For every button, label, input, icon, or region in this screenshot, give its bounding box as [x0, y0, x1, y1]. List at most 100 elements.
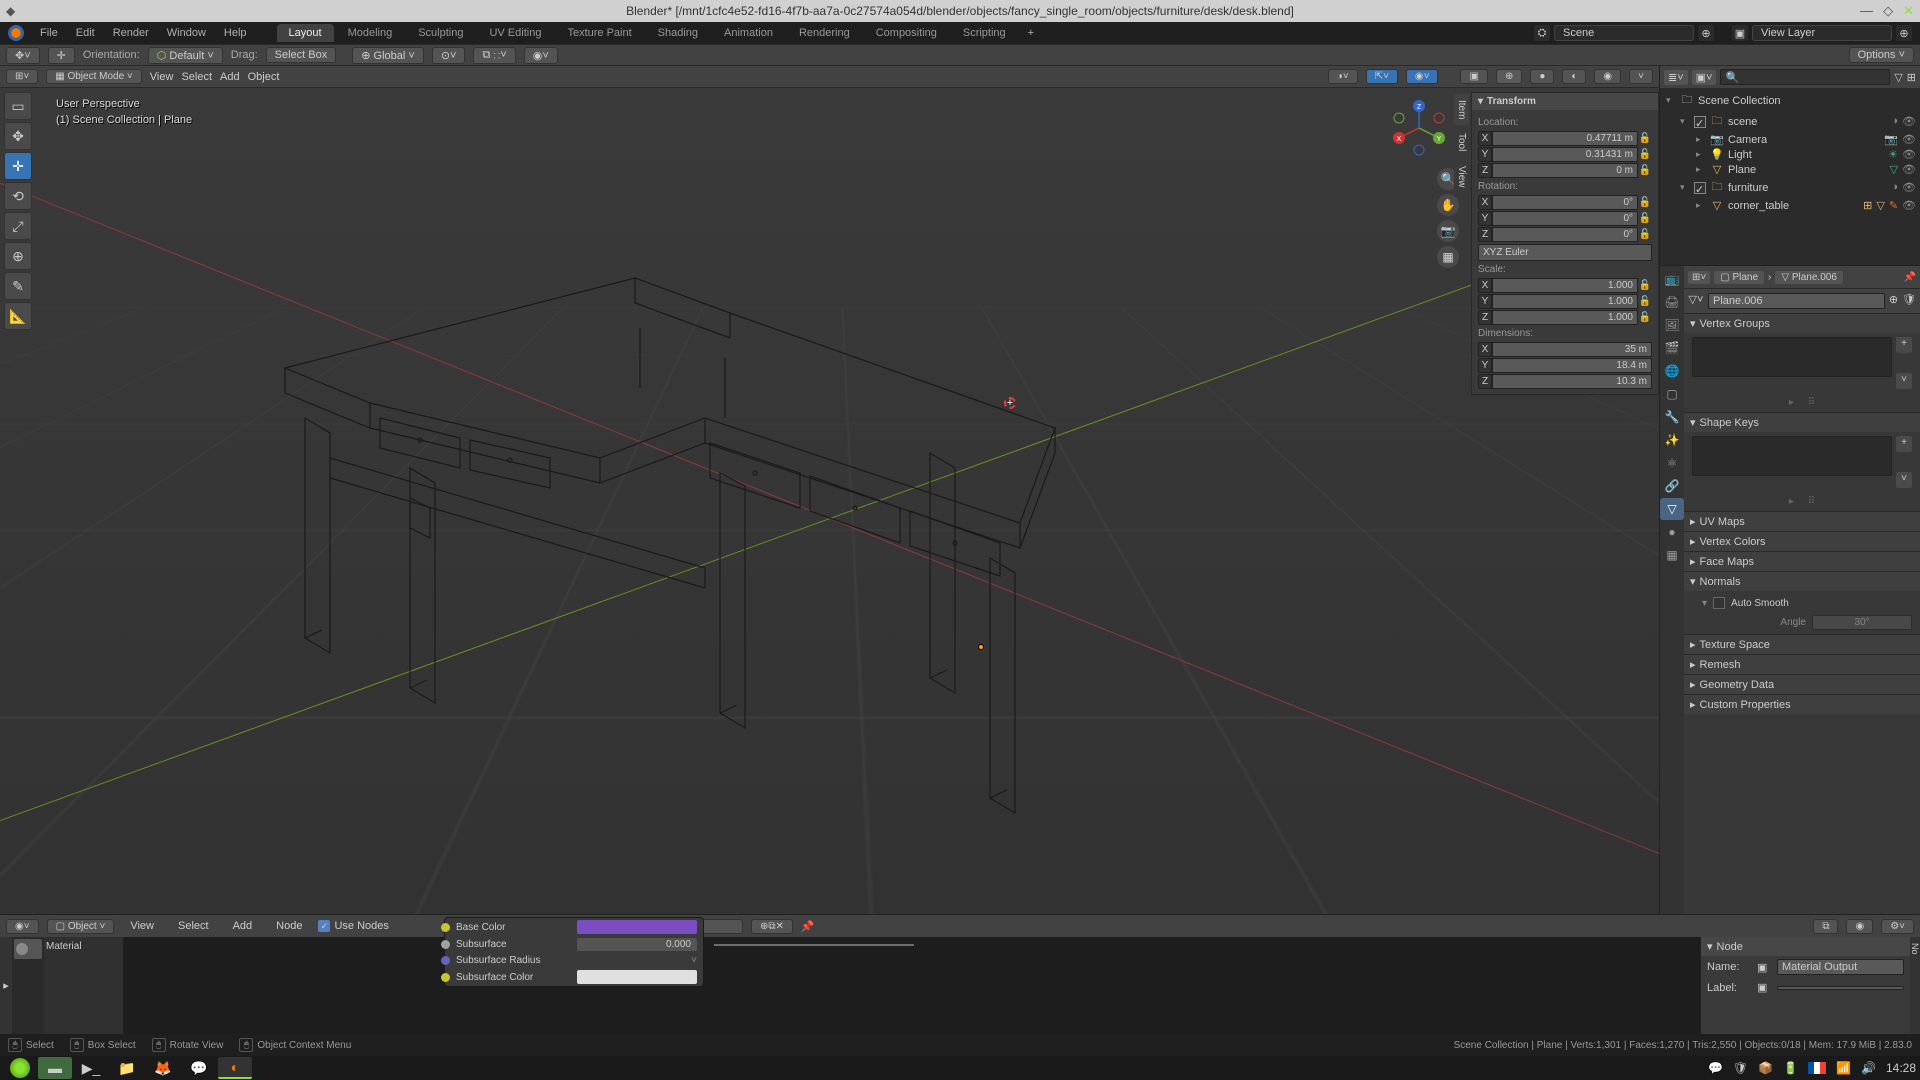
viewlayer-new-button[interactable]: ⊕ — [1896, 25, 1912, 41]
node-label-field[interactable] — [1777, 986, 1904, 990]
selectability-button[interactable]: ◑˅ — [1328, 69, 1358, 84]
vp-menu-select[interactable]: Select — [181, 71, 212, 83]
start-menu-button[interactable] — [10, 1058, 30, 1078]
npanel-tab-view[interactable]: View — [1454, 160, 1469, 194]
npanel-tab-tool[interactable]: Tool — [1454, 127, 1469, 157]
prop-tab-constraints[interactable]: 🔗 — [1660, 475, 1684, 497]
panel-shape-keys[interactable]: ▾ Shape Keys — [1684, 413, 1920, 432]
options-dropdown[interactable]: Options ˅ — [1849, 47, 1914, 63]
subsurface-field[interactable]: 0.000 — [577, 938, 697, 951]
breadcrumb-object[interactable]: ▢ Plane — [1714, 271, 1764, 284]
vg-specials[interactable]: ˅ — [1896, 373, 1912, 389]
minimize-button[interactable]: — — [1860, 3, 1873, 19]
shape-keys-list[interactable] — [1692, 436, 1892, 476]
workspace-tab-scripting[interactable]: Scripting — [951, 24, 1018, 42]
outliner-search[interactable]: 🔍 — [1720, 69, 1890, 85]
prop-tab-viewlayer[interactable]: 🖼 — [1660, 314, 1684, 336]
tool-scale[interactable]: ⤢ — [4, 212, 32, 240]
ne-menu-view[interactable]: View — [122, 918, 162, 934]
move-tool-options[interactable]: ✛ — [48, 47, 75, 64]
mode-dropdown[interactable]: ▦ Object Mode ˅ — [46, 69, 142, 84]
orientation-dropdown[interactable]: ⬡ Default ˅ — [148, 47, 223, 64]
workspace-tab-compositing[interactable]: Compositing — [864, 24, 949, 42]
proportional-edit[interactable]: ◉˅ — [524, 47, 558, 64]
npanel-tab-item[interactable]: Item — [1454, 94, 1469, 125]
visibility-icon[interactable]: 👁 — [1902, 115, 1916, 128]
viewlayer-icon[interactable]: ▣ — [1732, 25, 1748, 41]
lock-rot-x[interactable]: 🔓 — [1638, 197, 1652, 208]
workspace-tab-texturepaint[interactable]: Texture Paint — [555, 24, 643, 42]
pin-icon[interactable]: 📌 — [1904, 272, 1916, 283]
prop-tab-material[interactable]: ● — [1660, 521, 1684, 543]
outliner-item-plane[interactable]: ▸▽Plane▽👁 — [1662, 162, 1918, 177]
dim-y[interactable]: 18.4 m — [1492, 358, 1652, 373]
tray-update-icon[interactable]: 📦 — [1758, 1061, 1773, 1075]
ne-menu-select[interactable]: Select — [170, 918, 217, 934]
lock-rot-z[interactable]: 🔓 — [1638, 229, 1652, 240]
tool-transform[interactable]: ⊕ — [4, 242, 32, 270]
ne-menu-node[interactable]: Node — [268, 918, 310, 934]
rotation-y[interactable]: 0° — [1492, 211, 1638, 226]
scale-x[interactable]: 1.000 — [1492, 278, 1638, 293]
subsurface-color-swatch[interactable] — [577, 970, 697, 984]
node-editor-canvas[interactable]: ▸ Material Base Color Subsurface0.000 Su… — [0, 937, 1920, 1034]
menu-render[interactable]: Render — [105, 25, 157, 41]
ne-snap[interactable]: ⧉ — [1813, 919, 1838, 934]
lock-loc-y[interactable]: 🔓 — [1638, 149, 1652, 160]
tray-network-icon[interactable]: 📶 — [1836, 1061, 1851, 1075]
nav-camera[interactable]: 📷 — [1437, 220, 1459, 242]
smooth-angle-field[interactable]: 30° — [1812, 615, 1912, 630]
panel-texture-space[interactable]: ▸ Texture Space — [1684, 635, 1920, 654]
panel-uv-maps[interactable]: ▸ UV Maps — [1684, 512, 1920, 531]
shading-matprev[interactable]: ◐ — [1562, 69, 1586, 84]
tool-select-box[interactable]: ▭ — [4, 92, 32, 120]
prop-tab-mesh[interactable]: ▽ — [1660, 498, 1684, 520]
location-x[interactable]: 0.47711 m — [1492, 131, 1638, 146]
taskbar-blender[interactable]: ◐ — [218, 1057, 252, 1079]
tool-annotate[interactable]: ✎ — [4, 272, 32, 300]
tray-clock[interactable]: 14:28 — [1886, 1061, 1916, 1075]
ne-options[interactable]: ⚙˅ — [1881, 919, 1914, 934]
transform-panel-header[interactable]: ▾ Transform — [1472, 93, 1658, 110]
location-z[interactable]: 0 m — [1492, 163, 1638, 178]
rotation-mode-dropdown[interactable]: XYZ Euler — [1478, 244, 1652, 261]
tool-move[interactable]: ✛ — [4, 152, 32, 180]
sk-specials[interactable]: ˅ — [1896, 472, 1912, 488]
material-list-item[interactable] — [14, 939, 42, 959]
snap-toggle[interactable]: ⧉ ∷˅ — [473, 47, 515, 64]
outliner-collection-furniture[interactable]: ▾✓🗀furniture◑👁 — [1662, 177, 1918, 198]
mesh-name-field[interactable]: Plane.006 — [1708, 293, 1885, 309]
xray-toggle[interactable]: ▣ — [1460, 69, 1487, 84]
maximize-button[interactable]: ◇ — [1883, 3, 1893, 19]
workspace-tab-layout[interactable]: Layout — [277, 24, 334, 42]
tray-flag-icon[interactable] — [1808, 1062, 1826, 1074]
rotation-x[interactable]: 0° — [1492, 195, 1638, 210]
menu-file[interactable]: File — [32, 25, 66, 41]
dim-x[interactable]: 35 m — [1492, 342, 1652, 357]
outliner-item-light[interactable]: ▸💡Light☀👁 — [1662, 147, 1918, 162]
taskbar-terminal[interactable]: ▶_ — [74, 1057, 108, 1079]
lock-sc-z[interactable]: 🔓 — [1638, 312, 1652, 323]
outliner-filter[interactable]: ▽ — [1894, 71, 1902, 84]
fake-user-button[interactable]: 🛡 — [1902, 293, 1916, 309]
panel-geometry-data[interactable]: ▸ Geometry Data — [1684, 675, 1920, 694]
workspace-tab-shading[interactable]: Shading — [646, 24, 710, 42]
show-desktop-button[interactable]: ▬ — [38, 1057, 72, 1079]
editor-type-button[interactable]: ⊞˅ — [6, 69, 38, 84]
panel-vertex-colors[interactable]: ▸ Vertex Colors — [1684, 532, 1920, 551]
outliner-item-corner-table[interactable]: ▸▽corner_table⊞▽✎👁 — [1662, 198, 1918, 213]
prop-tab-texture[interactable]: ▦ — [1660, 544, 1684, 566]
scene-new-button[interactable]: ⊕ — [1698, 25, 1714, 41]
panel-face-maps[interactable]: ▸ Face Maps — [1684, 552, 1920, 571]
taskbar-discord[interactable]: 💬 — [182, 1057, 216, 1079]
prop-tab-physics[interactable]: ⚛ — [1660, 452, 1684, 474]
close-button[interactable]: ✕ — [1903, 3, 1914, 19]
ne-menu-add[interactable]: Add — [225, 918, 261, 934]
tool-rotate[interactable]: ⟲ — [4, 182, 32, 210]
workspace-tab-rendering[interactable]: Rendering — [787, 24, 862, 42]
vertex-groups-list[interactable] — [1692, 337, 1892, 377]
tool-measure[interactable]: 📐 — [4, 302, 32, 330]
workspace-tab-uv[interactable]: UV Editing — [477, 24, 553, 42]
prop-tab-render[interactable]: 📺 — [1660, 268, 1684, 290]
nav-ortho[interactable]: ▦ — [1437, 246, 1459, 268]
